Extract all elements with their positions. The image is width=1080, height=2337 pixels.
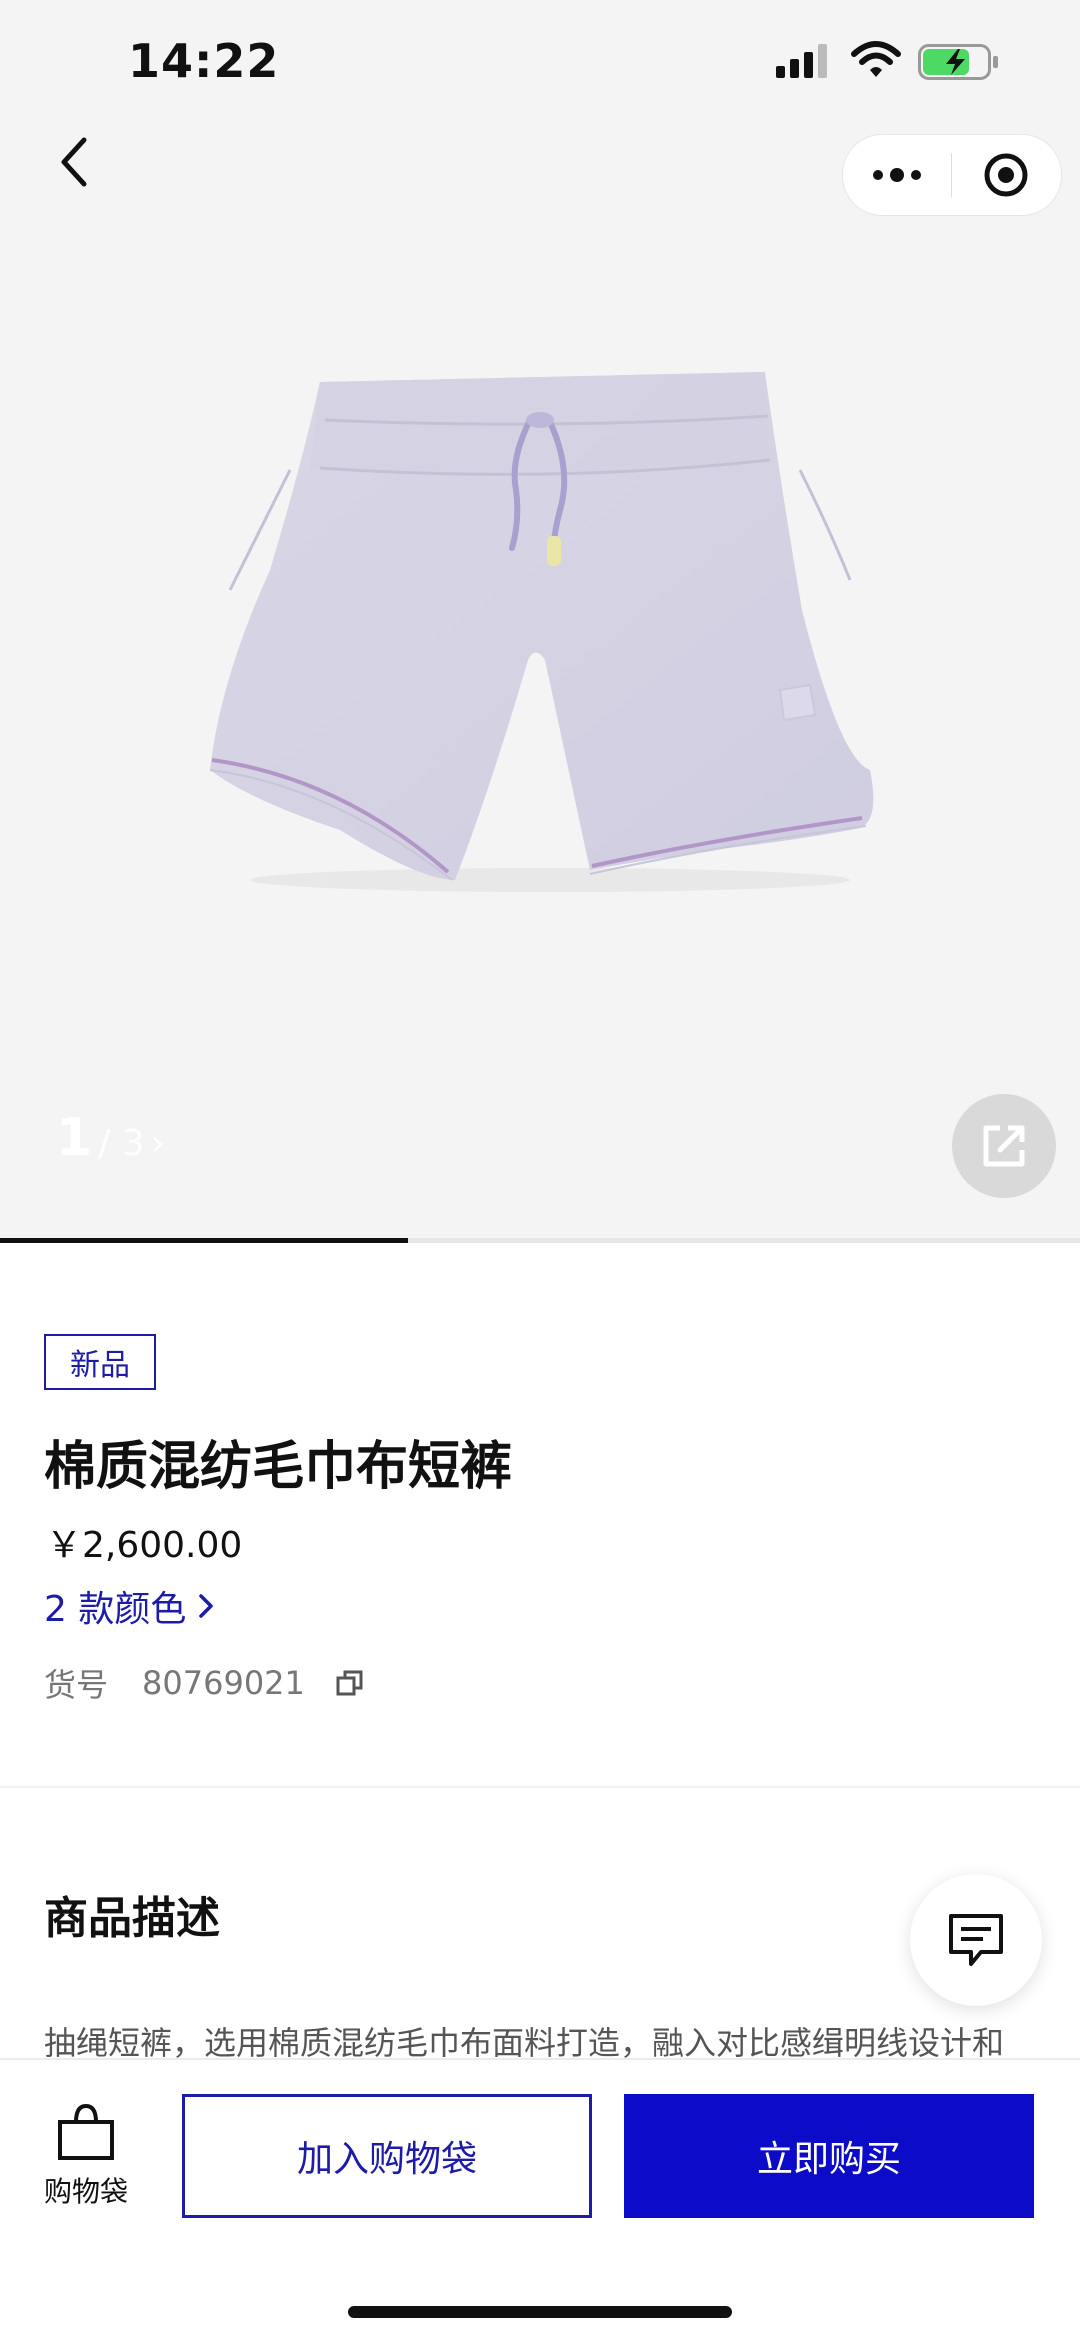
gallery-progress-fill xyxy=(0,1238,409,1243)
shopping-bag-icon xyxy=(58,2103,114,2160)
home-indicator[interactable] xyxy=(348,2306,732,2318)
product-gallery[interactable]: 14:22 1 / 3 › xyxy=(0,0,1080,1243)
sku-value: 80769021 xyxy=(142,1664,305,1702)
product-page: 14:22 1 / 3 › 新品 棉质混纺毛巾布短裤 ￥2,600.00 2 款… xyxy=(0,0,1080,2337)
target-icon xyxy=(984,153,1028,197)
gallery-progress-track xyxy=(0,1238,1080,1243)
more-button[interactable] xyxy=(843,135,951,215)
chevron-right-icon xyxy=(199,1594,214,1618)
status-bar: 14:22 xyxy=(0,0,1080,128)
section-divider xyxy=(0,1786,1080,1788)
back-button[interactable] xyxy=(40,126,108,198)
product-title: 棉质混纺毛巾布短裤 xyxy=(44,1437,513,1497)
copy-sku-button[interactable] xyxy=(335,1668,365,1698)
back-arrow-icon xyxy=(61,137,87,187)
description-text: 抽绳短裤，选用棉质混纺毛巾布面料打造，融入对比感缉明线设计和 xyxy=(44,2024,1005,2062)
color-options-link[interactable]: 2 款颜色 xyxy=(44,1580,216,1632)
image-counter-total: / 3 xyxy=(98,1123,145,1164)
new-badge: 新品 xyxy=(44,1334,156,1390)
sku-label: 货号 xyxy=(44,1666,109,1704)
share-icon xyxy=(983,1125,1025,1167)
shopping-bag-tab[interactable]: 购物袋 xyxy=(30,2102,142,2242)
signal-icon xyxy=(776,44,834,82)
chevron-right-icon: › xyxy=(150,1123,166,1164)
description-title: 商品描述 xyxy=(44,1893,220,1944)
buy-now-button[interactable]: 立即购买 xyxy=(624,2094,1034,2218)
status-time: 14:22 xyxy=(128,34,280,88)
copy-icon xyxy=(336,1670,363,1696)
wifi-icon xyxy=(850,40,902,84)
mini-program-capsule xyxy=(842,134,1062,216)
shopping-bag-label: 购物袋 xyxy=(43,2175,128,2208)
product-image xyxy=(209,372,874,892)
more-dots-icon xyxy=(873,168,921,182)
product-price: ￥2,600.00 xyxy=(46,1525,243,1566)
image-counter-current: 1 xyxy=(56,1108,93,1168)
image-counter: 1 / 3 › xyxy=(56,1108,165,1168)
add-to-bag-button[interactable]: 加入购物袋 xyxy=(182,2094,592,2218)
share-button[interactable] xyxy=(952,1094,1056,1198)
chat-icon xyxy=(949,1914,1003,1966)
color-options-label: 2 款颜色 xyxy=(44,1589,187,1630)
sku-row: 货号 80769021 xyxy=(44,1660,365,1706)
battery-icon xyxy=(918,44,1000,84)
close-miniprogram-button[interactable] xyxy=(952,135,1060,215)
chat-button[interactable] xyxy=(910,1874,1042,2006)
bottom-action-bar: 购物袋 加入购物袋 立即购买 xyxy=(0,2058,1080,2337)
